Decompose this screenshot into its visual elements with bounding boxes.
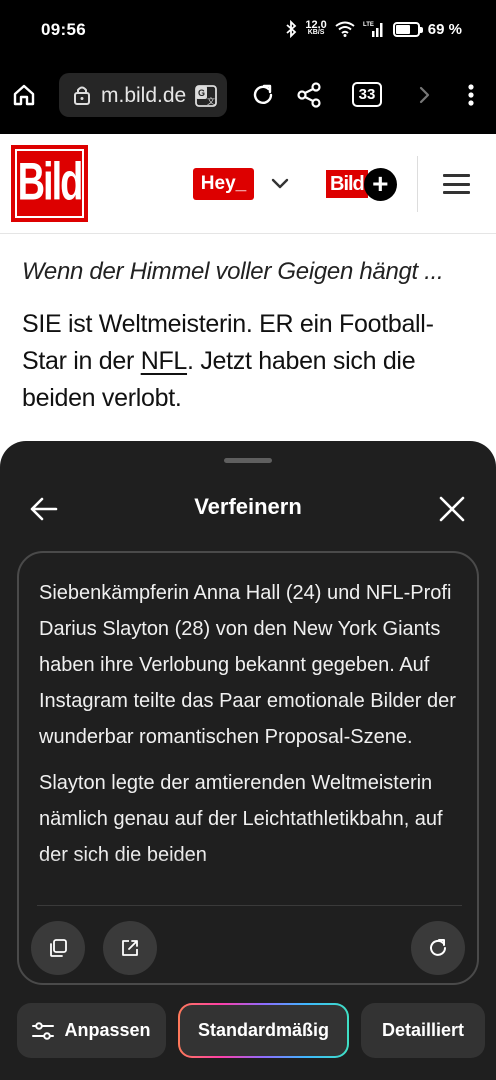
drag-handle[interactable] [224, 458, 272, 463]
summary-card: Siebenkämpferin Anna Hall (24) und NFL-P… [17, 551, 479, 985]
reload-icon[interactable] [248, 80, 278, 110]
chevron-down-icon[interactable] [268, 171, 292, 195]
more-vert-icon[interactable] [456, 80, 486, 110]
wifi-icon [335, 21, 355, 37]
summary-divider [37, 905, 462, 906]
battery-icon [392, 21, 423, 37]
refresh-icon [430, 939, 446, 956]
refine-sheet: Verfeinern Siebenkämpferin Anna Hall (24… [0, 441, 496, 1080]
battery-percent: 69 % [427, 20, 462, 38]
battery-fill [395, 24, 411, 34]
detailed-button[interactable]: Detailliert [361, 1003, 485, 1058]
adjust-button[interactable]: Anpassen [17, 1003, 166, 1058]
hey-button[interactable]: Hey_ [193, 168, 254, 200]
menu-icon[interactable] [443, 174, 470, 194]
url-bar[interactable]: m.bild.de G 文 [59, 73, 227, 117]
svg-text:文: 文 [207, 96, 215, 106]
svg-text:G: G [198, 88, 205, 98]
bluetooth-icon [286, 20, 297, 38]
close-icon[interactable] [437, 494, 467, 524]
header-divider [417, 156, 418, 212]
svg-text:LTE: LTE [363, 22, 374, 28]
standard-button[interactable]: Standardmäßig [178, 1003, 349, 1058]
summary-paragraph: Siebenkämpferin Anna Hall (24) und NFL-P… [39, 582, 456, 748]
summary-fade [19, 853, 477, 905]
sheet-title: Verfeinern [194, 494, 302, 519]
status-bar: 09:56 12.0 KB/S LTE 69 % [0, 0, 496, 62]
status-icons: 12.0 KB/S LTE 69 % [285, 20, 462, 38]
share-icon[interactable] [294, 80, 324, 110]
open-external-button[interactable] [103, 921, 157, 975]
open-external-icon [122, 940, 138, 956]
browser-toolbar: m.bild.de G 文 33 [0, 62, 496, 134]
copy-button[interactable] [31, 921, 85, 975]
article-kicker: Wenn der Himmel voller Geigen hängt ... [22, 258, 444, 285]
article-lead: SIE ist Weltmeisterin. ER ein Football-S… [22, 310, 434, 412]
copy-icon [50, 939, 67, 957]
translate-icon[interactable]: G 文 [195, 85, 217, 107]
bildplus-logo[interactable]: Bild + [326, 167, 397, 201]
bild-logo[interactable]: Bild [11, 145, 88, 222]
tune-icon [32, 1021, 55, 1040]
regenerate-button[interactable] [411, 921, 465, 975]
site-header: Bild Hey_ Bild + [0, 134, 496, 234]
url-text: m.bild.de [101, 84, 187, 107]
network-speed: 12.0 KB/S [305, 19, 327, 37]
home-icon[interactable] [9, 80, 39, 110]
lock-icon [74, 86, 90, 105]
status-time: 09:56 [41, 20, 86, 39]
signal-icon: LTE [363, 22, 383, 37]
adjust-label: Anpassen [64, 1020, 151, 1040]
chevron-right-icon[interactable] [409, 80, 439, 110]
nfl-link[interactable]: NFL [141, 347, 188, 375]
tab-switcher[interactable]: 33 [352, 82, 382, 107]
